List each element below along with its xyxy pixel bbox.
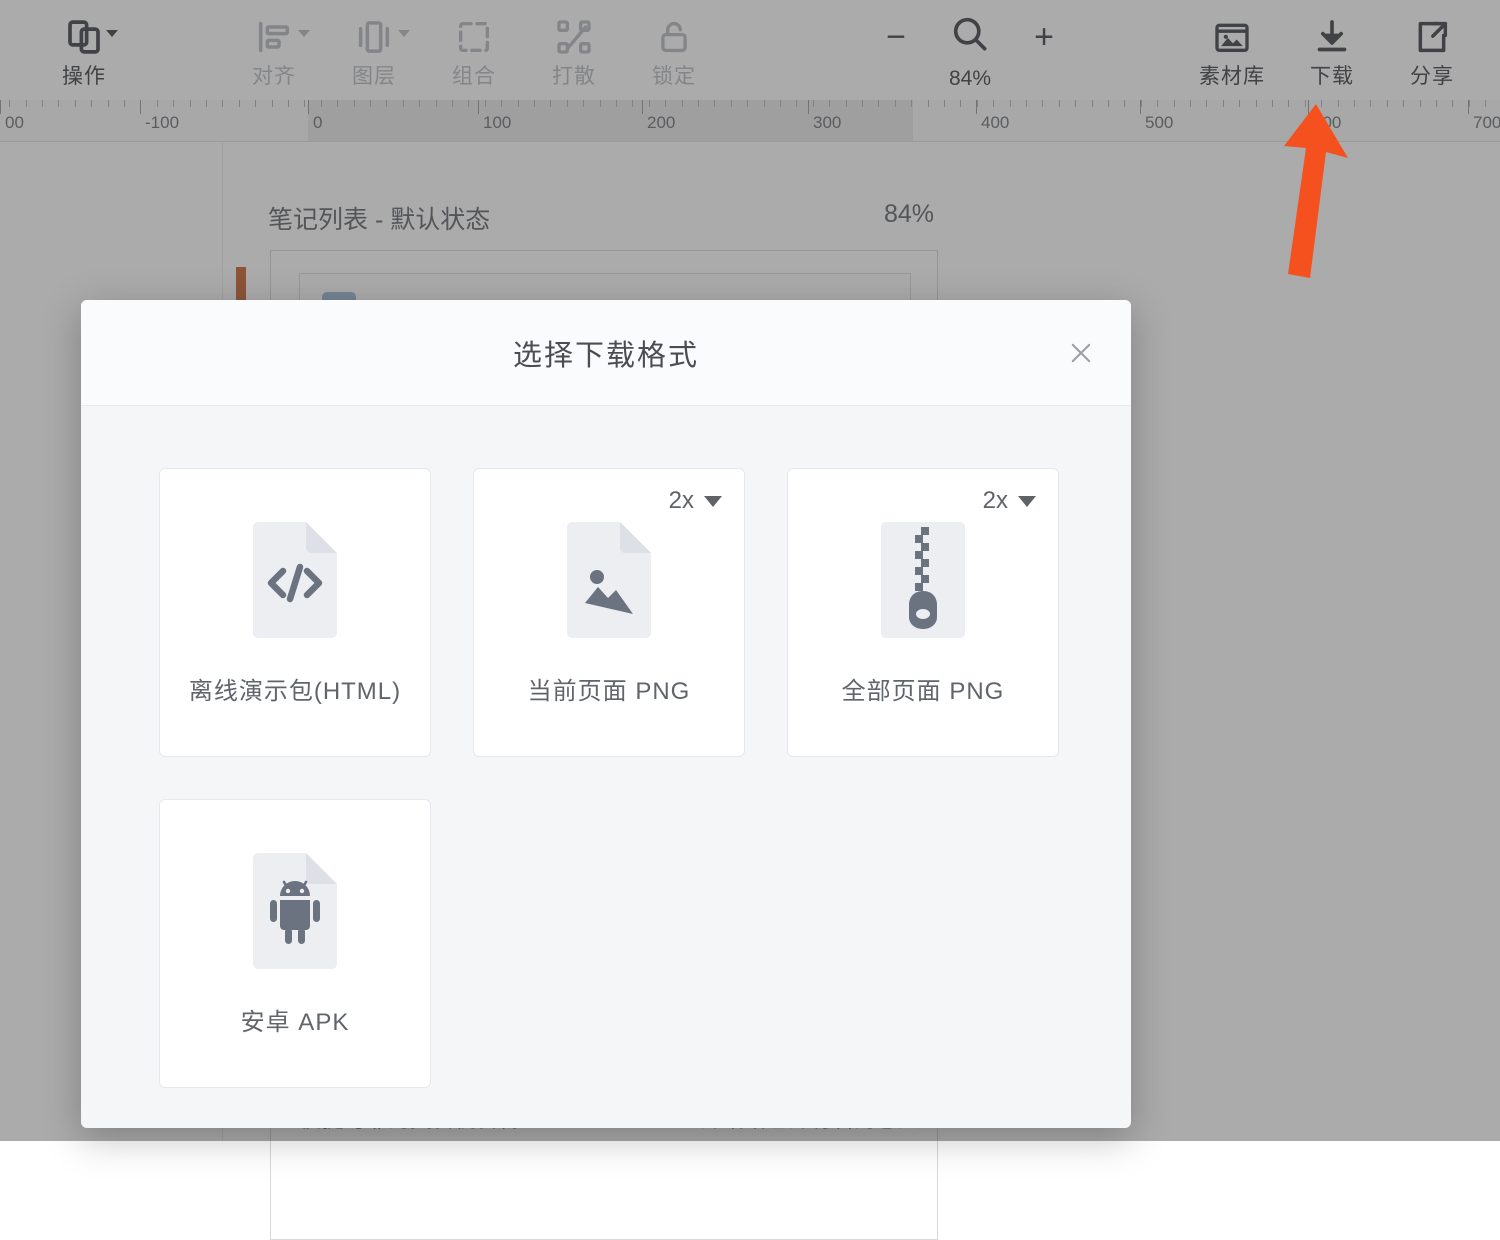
scale-dropdown-current-png[interactable]: 2x: [669, 487, 722, 515]
zip-file-icon: [875, 519, 971, 641]
format-label-all-png: 全部页面 PNG: [842, 671, 1005, 706]
format-card-android-apk[interactable]: 安卓 APK: [159, 799, 431, 1088]
format-label-android-apk: 安卓 APK: [241, 1002, 350, 1037]
html-file-icon: [247, 519, 343, 641]
scale-value-current-png: 2x: [669, 487, 694, 515]
format-card-html[interactable]: 离线演示包(HTML): [159, 468, 431, 757]
format-label-current-png: 当前页面 PNG: [528, 671, 691, 706]
scale-dropdown-all-png[interactable]: 2x: [983, 487, 1036, 515]
modal-header: 选择下载格式: [81, 300, 1131, 406]
format-card-current-png[interactable]: 2x 当前页面 PNG: [473, 468, 745, 757]
chevron-down-icon-all-png: [1018, 496, 1036, 507]
close-icon[interactable]: [1059, 331, 1103, 375]
download-format-modal: 选择下载格式 离线演示包(HTML): [81, 300, 1131, 1128]
format-label-html: 离线演示包(HTML): [189, 671, 401, 706]
format-card-grid: 离线演示包(HTML) 2x 当前页面 PNG 2x: [81, 406, 1131, 1088]
scale-value-all-png: 2x: [983, 487, 1008, 515]
android-file-icon: [247, 850, 343, 972]
image-file-icon: [561, 519, 657, 641]
format-card-all-png[interactable]: 2x: [787, 468, 1059, 757]
chevron-down-icon-current-png: [704, 496, 722, 507]
modal-title: 选择下载格式: [513, 332, 699, 374]
